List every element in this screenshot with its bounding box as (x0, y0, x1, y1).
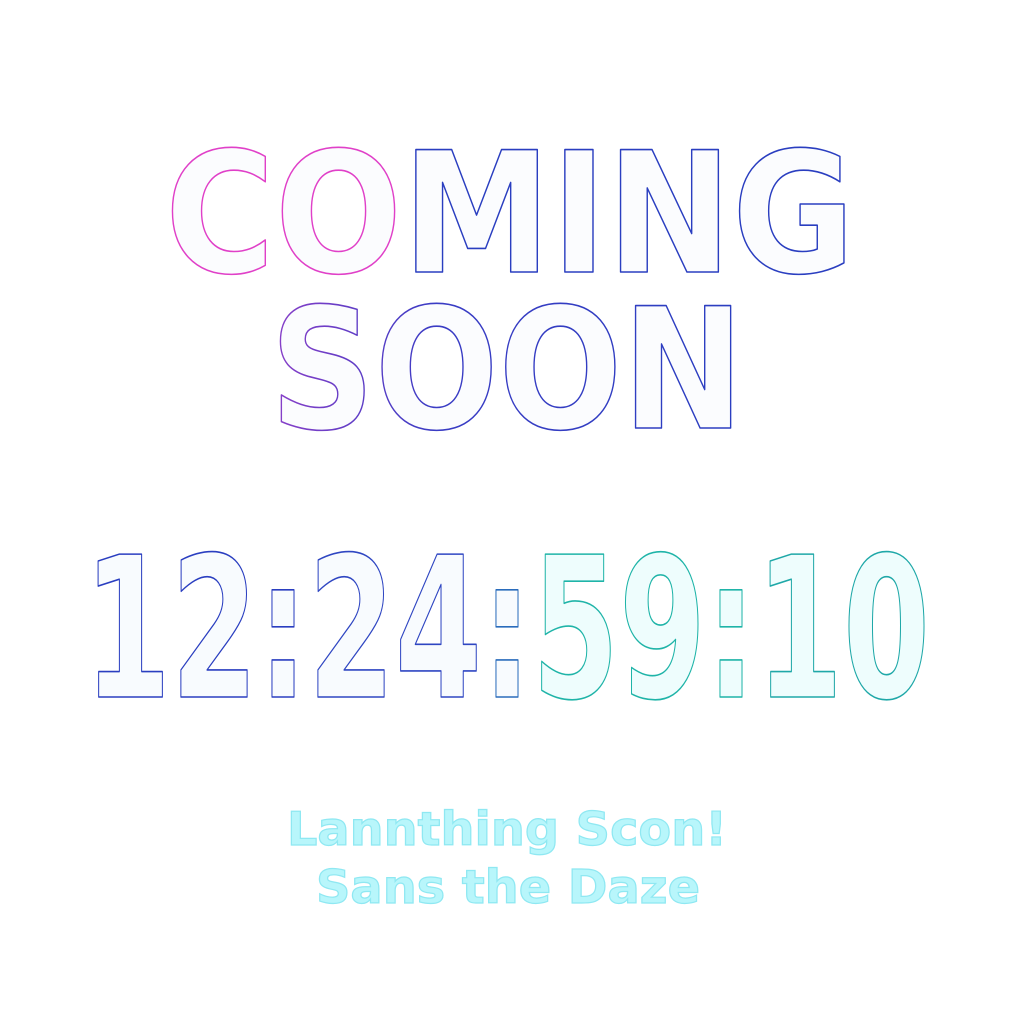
countdown-timer: 12:24:59:10 (84, 516, 930, 744)
poster-artwork: COMING SOON 12:24:59:10 Lannthing Scon! … (83, 115, 931, 914)
countdown-minutes: 24 (308, 516, 482, 744)
countdown-hours: 12 (84, 516, 258, 744)
countdown-seconds: 59 (532, 516, 706, 744)
coming-soon-poster: COMING SOON 12:24:59:10 Lannthing Scon! … (0, 0, 1024, 1024)
countdown-separator: : (482, 516, 532, 744)
countdown-separator: : (258, 516, 308, 744)
tagline-line-2: Sans the Daze (316, 860, 700, 914)
tagline-line-1: Lannthing Scon! (287, 802, 727, 856)
headline-line-2: SOON (270, 272, 744, 468)
countdown-separator: : (706, 516, 756, 744)
countdown-frames: 10 (756, 516, 930, 744)
